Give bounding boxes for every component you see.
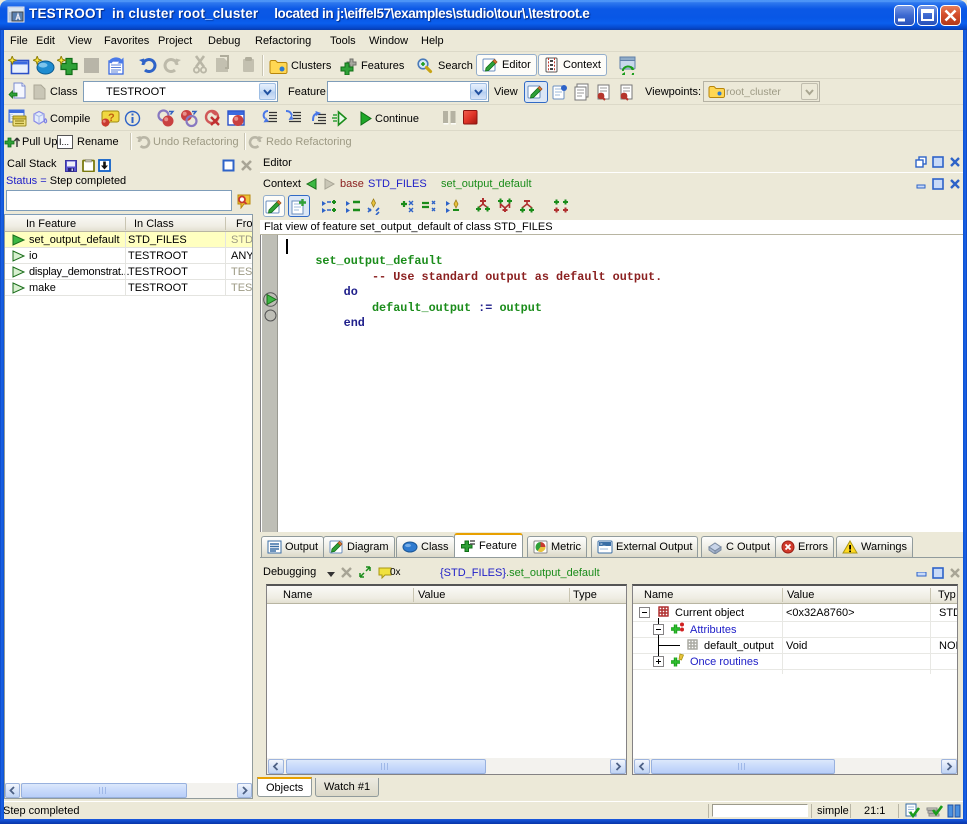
svg-text:I...: I... (59, 137, 69, 147)
svg-text:>_: >_ (600, 542, 606, 548)
